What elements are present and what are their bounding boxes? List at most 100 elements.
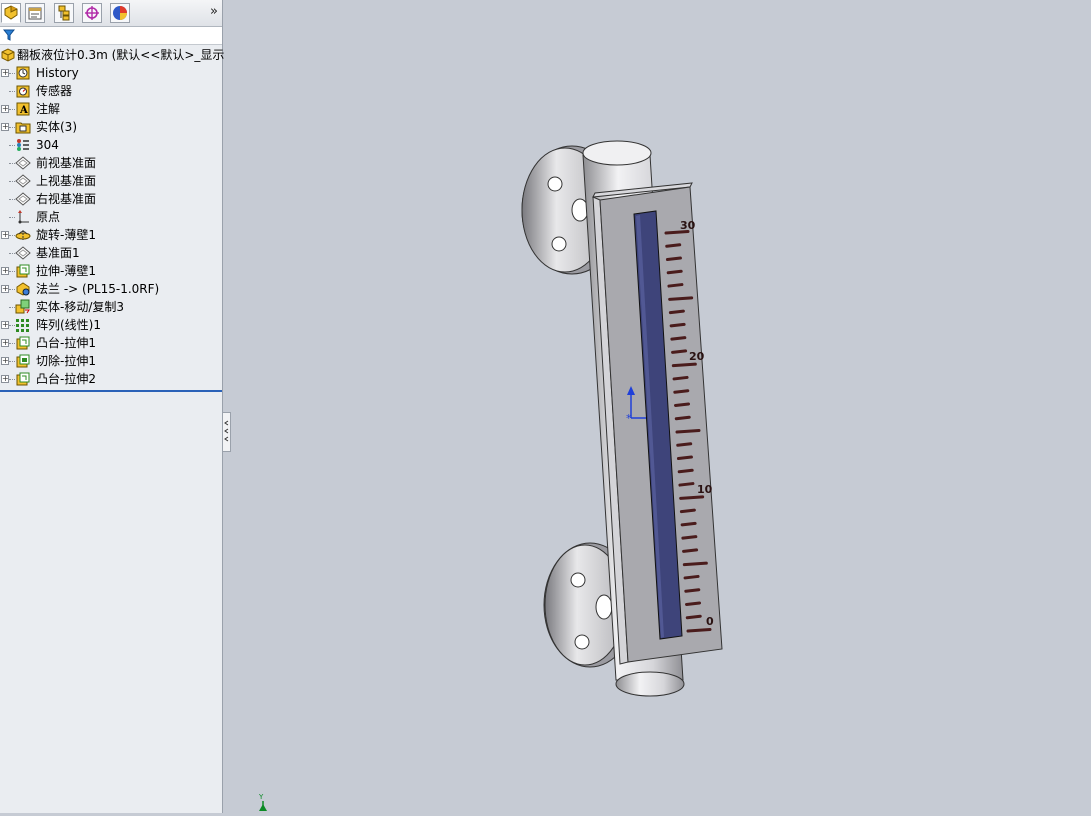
expand-toggle[interactable]: + — [1, 69, 9, 77]
tree-item[interactable]: 右视基准面 — [0, 190, 222, 208]
scale-tick — [683, 574, 700, 580]
feature-manager-panel: » 翻板液位计0.3m (默认<<默认>_显示 + History 传感器 + A 注解 +… — [0, 0, 224, 813]
sensor-icon — [16, 85, 30, 98]
tree-item[interactable]: + 拉伸-薄壁1 — [0, 262, 222, 280]
triad-y-label: Y — [258, 793, 264, 801]
material-icon — [17, 139, 29, 151]
configuration-manager-icon — [58, 5, 70, 21]
configuration-manager-tab[interactable] — [54, 3, 74, 23]
tree-item-label: 304 — [36, 138, 59, 152]
extrude-icon — [16, 372, 30, 386]
solid-bodies-folder-icon — [15, 122, 31, 134]
expand-toggle[interactable]: + — [1, 231, 9, 239]
tree-item[interactable]: 实体-移动/复制3 — [0, 298, 222, 316]
dimxpert-manager-tab[interactable] — [82, 3, 102, 23]
scale-tick — [669, 322, 686, 328]
expand-toggle[interactable]: + — [1, 375, 9, 383]
scale-tick — [665, 243, 682, 248]
feature-manager-tab[interactable] — [1, 3, 21, 23]
scale-label-10: 10 — [697, 483, 713, 496]
tree-item[interactable]: 原点 — [0, 208, 222, 226]
tree-item-label: 注解 — [36, 102, 61, 116]
plane-icon — [15, 192, 31, 206]
property-manager-icon — [28, 7, 42, 20]
expand-toggle[interactable]: + — [1, 339, 9, 347]
scale-tick — [676, 442, 693, 447]
tree-item[interactable]: 前视基准面 — [0, 154, 222, 172]
part-icon — [1, 48, 15, 62]
tree-item-label: 实体(3) — [36, 120, 77, 134]
origin-icon — [18, 210, 29, 224]
tree-item-label: 凸台-拉伸1 — [36, 336, 96, 350]
scale-tick — [685, 614, 702, 620]
revolve-icon — [15, 230, 31, 240]
scale-tick — [676, 455, 693, 461]
scale-tick — [671, 362, 697, 368]
manager-tabs: » — [0, 0, 222, 27]
plane-icon — [15, 156, 31, 170]
model-view: 30 20 10 0 * — [521, 140, 723, 697]
dimxpert-manager-icon — [85, 6, 99, 20]
history-icon — [16, 66, 30, 80]
filter-icon[interactable] — [3, 29, 15, 41]
tree-item-label: History — [36, 66, 79, 80]
tree-item-label: 凸台-拉伸2 — [36, 372, 96, 386]
scale-tick — [674, 415, 691, 421]
scale-tick — [668, 296, 694, 301]
tree-item[interactable]: 传感器 — [0, 82, 222, 100]
tree-item[interactable]: + 实体(3) — [0, 118, 222, 136]
tree-item-label: 切除-拉伸1 — [36, 354, 96, 368]
scale-tick — [681, 535, 698, 540]
plane-icon — [15, 174, 31, 188]
scale-tick — [667, 283, 684, 288]
scale-tick — [684, 588, 701, 593]
display-manager-icon — [113, 6, 127, 20]
linear-pattern-icon — [16, 319, 29, 332]
feature-tree: 翻板液位计0.3m (默认<<默认>_显示 + History 传感器 + A 注解 + 实体… — [0, 46, 224, 388]
tree-item[interactable]: + History — [0, 64, 222, 82]
tree-item[interactable]: 304 — [0, 136, 222, 154]
expand-toggle[interactable]: + — [1, 285, 9, 293]
tree-item-label: 原点 — [36, 210, 61, 224]
tree-item-label: 法兰 -> (PL15-1.0RF) — [36, 282, 160, 296]
tree-item[interactable]: + 凸台-拉伸1 — [0, 334, 222, 352]
tree-item[interactable]: + 法兰 -> (PL15-1.0RF) — [0, 280, 222, 298]
tree-item[interactable]: + 阵列(线性)1 — [0, 316, 222, 334]
scale-tick — [679, 508, 696, 514]
more-tabs-button[interactable]: » — [210, 4, 218, 19]
expand-toggle[interactable]: + — [1, 123, 9, 131]
tree-item-label: 阵列(线性)1 — [36, 318, 101, 332]
tree-item-label: 基准面1 — [36, 246, 80, 260]
scale-tick — [668, 309, 685, 315]
expand-toggle[interactable]: + — [1, 357, 9, 365]
scale-tick — [686, 628, 712, 633]
tree-item[interactable]: + 凸台-拉伸2 — [0, 370, 222, 388]
scale-tick — [680, 521, 697, 527]
scale-tick — [679, 495, 705, 500]
tree-item-label: 前视基准面 — [36, 156, 97, 170]
scale-tick — [682, 561, 708, 567]
extrude-icon — [16, 264, 30, 278]
graphics-viewport[interactable]: 30 20 10 0 * — [223, 0, 1091, 813]
scale-label-20: 20 — [689, 350, 705, 363]
scale-tick — [666, 269, 683, 275]
display-manager-tab[interactable] — [110, 3, 130, 23]
expand-toggle[interactable]: + — [1, 267, 9, 275]
extrude-icon — [16, 336, 30, 350]
expand-toggle[interactable]: + — [1, 105, 9, 113]
feature-filter-bar[interactable] — [0, 27, 222, 45]
expand-toggle[interactable]: + — [1, 321, 9, 329]
tree-item[interactable]: + 旋转-薄壁1 — [0, 226, 222, 244]
scale-tick — [670, 336, 687, 341]
tree-item[interactable]: + 切除-拉伸1 — [0, 352, 222, 370]
scale-tick — [671, 349, 688, 354]
property-manager-tab[interactable] — [25, 3, 45, 23]
tree-item-label: 旋转-薄壁1 — [36, 228, 96, 242]
svg-text:A: A — [19, 105, 28, 116]
tree-item[interactable]: 上视基准面 — [0, 172, 222, 190]
tree-item[interactable]: 基准面1 — [0, 244, 222, 262]
tree-item-label: 拉伸-薄壁1 — [36, 264, 96, 278]
tree-item[interactable]: + A 注解 — [0, 100, 222, 118]
rollback-bar[interactable] — [0, 390, 222, 392]
tree-root-part[interactable]: 翻板液位计0.3m (默认<<默认>_显示 — [0, 46, 224, 64]
